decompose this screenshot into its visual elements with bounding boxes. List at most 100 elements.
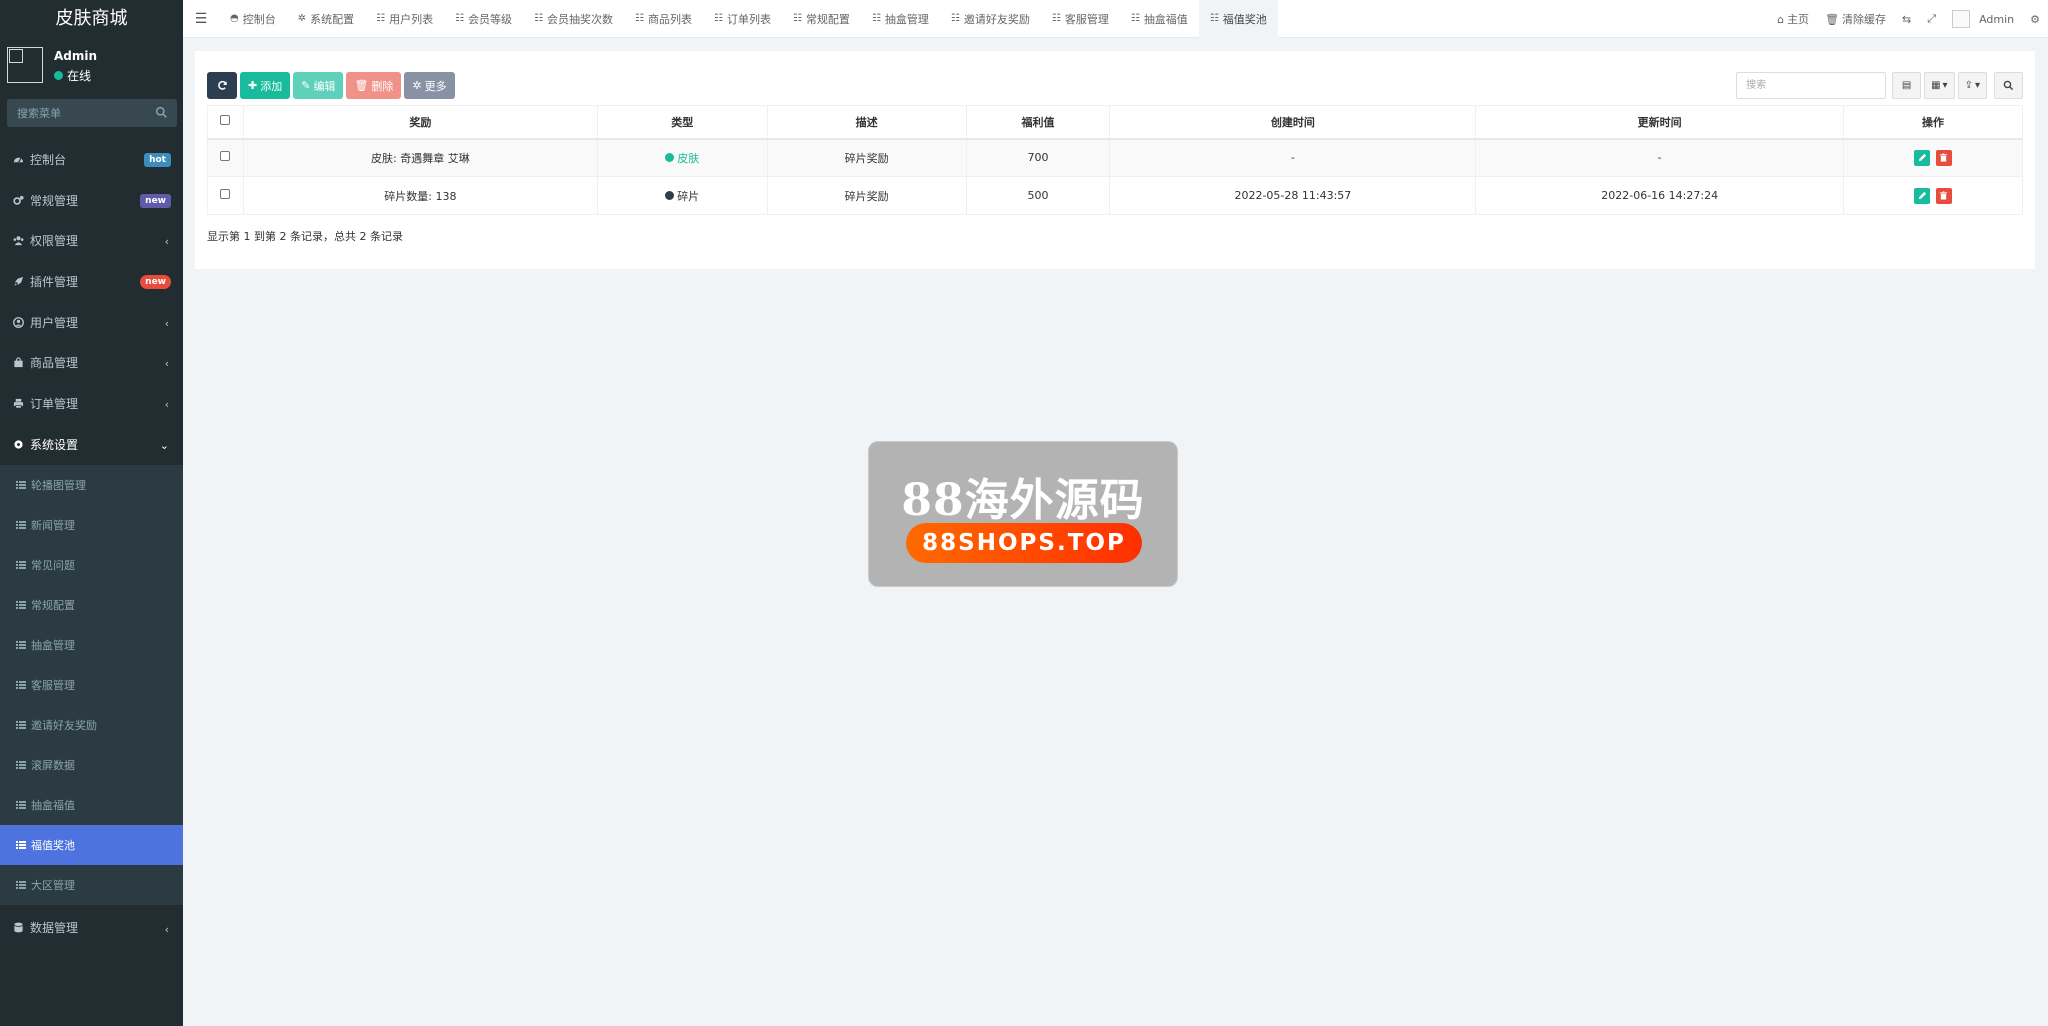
row-edit-button[interactable]: [1914, 149, 1931, 166]
toggle-view-button[interactable]: ▤: [1892, 72, 1922, 99]
column-header[interactable]: 更新时间: [1475, 105, 1845, 140]
admin-menu[interactable]: Admin: [1944, 0, 2022, 38]
sidebar-item-permissions[interactable]: 权限管理 ‹: [0, 220, 183, 261]
tab-order-list[interactable]: ☷ 订单列表: [703, 0, 782, 38]
print-icon: [13, 398, 24, 409]
tab-label: 系统配置: [310, 12, 355, 26]
app-logo[interactable]: 皮肤商城: [0, 0, 183, 39]
tab-product-list[interactable]: ☷ 商品列表: [624, 0, 703, 38]
sidebar-item-products[interactable]: 商品管理 ‹: [0, 342, 183, 383]
list-icon: ☷: [455, 13, 465, 24]
tab-system-config[interactable]: ✲ 系统配置: [287, 0, 365, 38]
export-button[interactable]: ⇪ ▾: [1957, 72, 1987, 99]
tab-welfare-pool[interactable]: ☷ 福值奖池: [1198, 0, 1278, 38]
tab-box-management[interactable]: ☷ 抽盒管理: [861, 0, 940, 38]
fullscreen-icon[interactable]: ⤢: [1919, 0, 1944, 38]
submenu-item-box-management[interactable]: 抽盒管理: [0, 625, 183, 665]
column-header[interactable]: 福利值: [965, 105, 1111, 140]
submenu-item-box-welfare[interactable]: 抽盒福值: [0, 785, 183, 825]
row-delete-button[interactable]: [1935, 149, 1952, 166]
row-delete-button[interactable]: [1935, 187, 1952, 204]
column-header[interactable]: 类型: [596, 105, 768, 140]
submenu-item-customer-service[interactable]: 客服管理: [0, 665, 183, 705]
submenu-item-scroll-data[interactable]: 滚屏数据: [0, 745, 183, 785]
add-button[interactable]: ✚ 添加: [240, 72, 291, 99]
submenu-item-invite-rewards[interactable]: 邀请好友奖励: [0, 705, 183, 745]
navbar-right: ⌂ 主页 🗑 清除缓存 ⇆ ⤢ Admin ⚙: [1769, 0, 2048, 38]
pencil-icon: [1918, 154, 1926, 162]
search-icon[interactable]: [155, 106, 168, 119]
column-header[interactable]: 创建时间: [1109, 105, 1477, 140]
submenu-item-news[interactable]: 新闻管理: [0, 505, 183, 545]
language-toggle-icon[interactable]: ⇆: [1894, 0, 1919, 38]
tab-label: 订单列表: [726, 12, 771, 26]
tab-invite-rewards[interactable]: ☷ 邀请好友奖励: [940, 0, 1041, 38]
sidebar-item-label: 商品管理: [30, 356, 79, 371]
online-status-icon: [54, 71, 63, 80]
sidebar-item-system-settings[interactable]: 系统设置 ⌄: [0, 424, 183, 465]
columns-button[interactable]: ▦ ▾: [1924, 72, 1955, 99]
home-icon: ⌂: [1777, 12, 1785, 26]
submenu-item-regions[interactable]: 大区管理: [0, 865, 183, 905]
chevron-left-icon: ‹: [164, 235, 169, 249]
trash-icon: 🗑: [354, 79, 369, 92]
list-icon: [16, 480, 26, 489]
type-dot-icon: [665, 153, 675, 163]
tab-dashboard[interactable]: ◓ 控制台: [219, 0, 287, 38]
trash-icon: [1940, 191, 1948, 200]
submenu-item-banners[interactable]: 轮播图管理: [0, 465, 183, 505]
select-all-cell: [207, 105, 244, 140]
tab-user-list[interactable]: ☷ 用户列表: [365, 0, 444, 38]
row-edit-button[interactable]: [1914, 187, 1931, 204]
sidebar-item-users[interactable]: 用户管理 ‹: [0, 302, 183, 343]
created-cell: -: [1109, 138, 1477, 177]
tab-member-level[interactable]: ☷ 会员等级: [444, 0, 523, 38]
clear-cache-button[interactable]: 🗑 清除缓存: [1817, 0, 1894, 38]
home-link[interactable]: ⌂ 主页: [1769, 0, 1817, 38]
tab-label: 控制台: [242, 12, 276, 26]
value-cell: 500: [965, 176, 1111, 215]
tab-customer-service[interactable]: ☷ 客服管理: [1041, 0, 1120, 38]
export-icon: ⇪: [1964, 80, 1973, 91]
delete-button[interactable]: 🗑 删除: [346, 72, 402, 99]
table-search-input[interactable]: [1736, 72, 1887, 99]
select-all-checkbox[interactable]: [220, 115, 231, 126]
updated-cell: 2022-06-16 14:27:24: [1475, 176, 1845, 215]
sidebar-item-label: 数据管理: [30, 921, 79, 935]
submenu-item-welfare-pool[interactable]: 福值奖池: [0, 824, 183, 865]
cog-icon: [14, 440, 23, 449]
search-button[interactable]: [1994, 72, 2023, 99]
caret-down-icon: ▾: [1974, 80, 1980, 91]
column-header[interactable]: 奖励: [242, 105, 598, 140]
sidebar-item-general[interactable]: 常规管理 new: [0, 180, 183, 221]
sidebar-search-input[interactable]: [7, 99, 147, 127]
column-header[interactable]: 描述: [766, 105, 967, 140]
settings-cogs-icon[interactable]: ⚙: [2022, 0, 2048, 38]
row-checkbox[interactable]: [220, 151, 231, 162]
reward-cell: 碎片数量: 138: [242, 176, 598, 215]
submenu-item-general-config[interactable]: 常规配置: [0, 585, 183, 625]
table-right-tools: ▤ ▦▾ ⇪▾: [1736, 72, 2023, 99]
tab-member-draws[interactable]: ☷ 会员抽奖次数: [523, 0, 624, 38]
caret-down-icon: ▾: [1942, 80, 1948, 91]
sidebar-item-dashboard[interactable]: 控制台 hot: [0, 139, 183, 180]
sidebar-item-orders[interactable]: 订单管理 ‹: [0, 383, 183, 424]
sidebar-item-data-management[interactable]: 数据管理 ‹: [0, 905, 183, 951]
list-icon: [16, 720, 26, 729]
list-icon: [16, 760, 26, 769]
submenu-item-label: 大区管理: [31, 878, 75, 892]
menu-toggle-icon[interactable]: ☰: [183, 0, 219, 38]
chevron-down-icon: ⌄: [159, 438, 169, 452]
tab-general-config[interactable]: ☷ 常规配置: [782, 0, 861, 38]
refresh-icon: [217, 80, 227, 90]
submenu-item-faq[interactable]: 常见问题: [0, 545, 183, 585]
edit-button[interactable]: ✎ 编辑: [293, 72, 344, 99]
refresh-button[interactable]: [207, 72, 237, 99]
sidebar-item-plugins[interactable]: 插件管理 new: [0, 261, 183, 302]
pencil-icon: [1918, 191, 1926, 200]
updated-cell: -: [1475, 138, 1845, 177]
tab-box-welfare[interactable]: ☷ 抽盒福值: [1120, 0, 1199, 38]
row-checkbox[interactable]: [220, 189, 231, 199]
list-icon: [16, 880, 26, 889]
more-button[interactable]: ✲ 更多: [404, 72, 455, 99]
